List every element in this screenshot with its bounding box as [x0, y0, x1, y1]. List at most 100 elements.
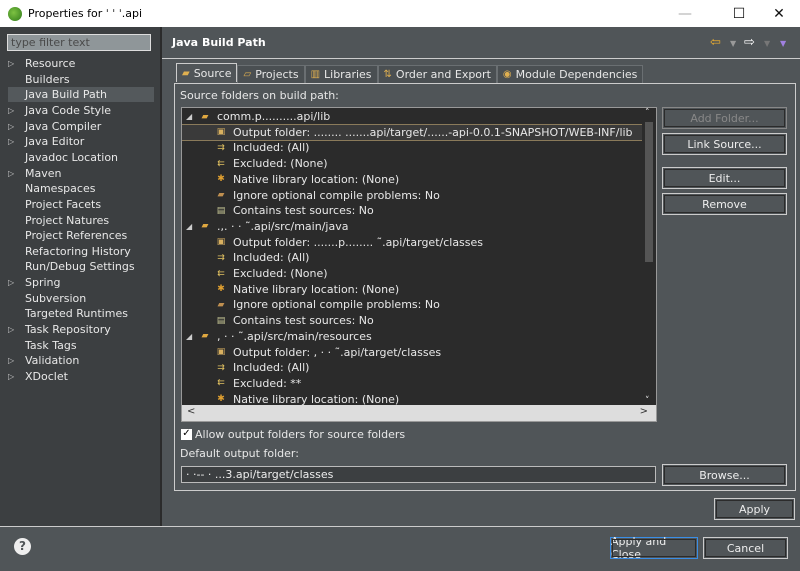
back-arrow-icon[interactable]: ⇦: [710, 35, 721, 50]
tree-item-label: Native library location: (None): [233, 172, 400, 186]
sidebar-item-task-tags[interactable]: Task Tags: [8, 338, 154, 353]
tab-projects[interactable]: ▱ Projects: [237, 65, 305, 83]
divider[interactable]: [160, 27, 162, 526]
tab-module-dependencies[interactable]: ◉ Module Dependencies: [496, 65, 644, 83]
expand-arrow-icon[interactable]: ▷: [8, 137, 25, 146]
collapse-arrow-icon[interactable]: ◢: [186, 222, 198, 231]
sidebar-item-run-debug-settings[interactable]: Run/Debug Settings: [8, 259, 154, 274]
forward-arrow-icon[interactable]: ⇨: [744, 35, 755, 50]
folder-icon: ▰: [201, 221, 209, 232]
scroll-up-icon[interactable]: ˄: [645, 108, 650, 118]
libraries-icon: ▥: [310, 69, 321, 80]
add-folder-button[interactable]: Add Folder...: [662, 107, 787, 129]
tree-source-folder[interactable]: ◢ ▰ , · · ˜.api/src/main/resources: [182, 329, 642, 344]
apply-button[interactable]: Apply: [714, 498, 795, 520]
sidebar-item-builders[interactable]: Builders: [8, 72, 154, 87]
tab-libraries[interactable]: ▥ Libraries: [304, 65, 378, 83]
tree-item-native[interactable]: ✱ Native library location: (None): [182, 282, 642, 297]
sidebar-item-spring[interactable]: ▷ Spring: [8, 275, 154, 290]
back-dropdown-icon[interactable]: ▼: [730, 39, 736, 48]
sidebar-item-resource[interactable]: ▷ Resource: [8, 56, 154, 71]
source-folders-tree[interactable]: ◢ ▰ comm.p..........api/lib ▣ Output folder:…: [181, 107, 657, 422]
sidebar-item-subversion[interactable]: Subversion: [8, 291, 154, 306]
sidebar-item-targeted-runtimes[interactable]: Targeted Runtimes: [8, 306, 154, 321]
test-icon: ▤: [216, 315, 226, 326]
horizontal-scrollbar[interactable]: < >: [182, 405, 656, 421]
forward-dropdown-icon[interactable]: ▼: [764, 39, 770, 48]
sidebar-item-validation[interactable]: ▷ Validation: [8, 353, 154, 368]
allow-output-checkbox[interactable]: ✓: [181, 429, 192, 440]
sidebar-item-project-natures[interactable]: Project Natures: [8, 213, 154, 228]
tab-source[interactable]: ▰ Source: [176, 63, 238, 82]
collapse-arrow-icon[interactable]: ◢: [186, 112, 198, 121]
sidebar-item-project-references[interactable]: Project References: [8, 228, 154, 243]
sidebar-item-label: Run/Debug Settings: [25, 260, 135, 274]
tree-item-ignore[interactable]: ▰ Ignore optional compile problems: No: [182, 188, 642, 203]
sidebar-item-java-build-path[interactable]: Java Build Path: [8, 87, 154, 103]
sidebar-item-project-facets[interactable]: Project Facets: [8, 197, 154, 212]
sidebar-item-task-repository[interactable]: ▷ Task Repository: [8, 322, 154, 337]
tree-item-output[interactable]: ▣ Output folder: .......p........ ˜.api/t…: [182, 235, 642, 250]
source-folder-icon: ▰: [182, 67, 190, 79]
help-icon[interactable]: ?: [14, 538, 31, 555]
scrollbar-thumb[interactable]: [645, 122, 653, 262]
tab-order-and-export[interactable]: ⇅ Order and Export: [377, 65, 497, 83]
sidebar-item-label: Java Editor: [25, 135, 85, 149]
native-icon: ✱: [217, 174, 225, 185]
default-output-field[interactable]: · ·-- · ...3.api/target/classes: [181, 466, 656, 483]
link-source-button[interactable]: Link Source...: [662, 133, 787, 155]
tree-source-folder[interactable]: ◢ ▰ comm.p..........api/lib: [182, 109, 642, 124]
tree-item-test[interactable]: ▤ Contains test sources: No: [182, 313, 642, 328]
menu-icon[interactable]: ▼: [780, 39, 786, 48]
output-icon: ▣: [216, 237, 226, 248]
expand-arrow-icon[interactable]: ▷: [8, 169, 25, 178]
sidebar-item-label: Task Repository: [25, 323, 111, 337]
expand-arrow-icon[interactable]: ▷: [8, 278, 25, 287]
apply-and-close-button[interactable]: Apply and Close: [610, 535, 698, 561]
minimize-button[interactable]: —: [662, 0, 708, 27]
tree-item-label: Ignore optional compile problems: No: [233, 188, 440, 202]
expand-arrow-icon[interactable]: ▷: [8, 356, 25, 365]
tree-item-output[interactable]: ▣ Output folder: , · · ˜.api/target/class…: [182, 345, 642, 360]
close-button[interactable]: ✕: [756, 0, 800, 27]
eclipse-logo-icon: [8, 6, 22, 21]
tree-item-ignore[interactable]: ▰ Ignore optional compile problems: No: [182, 297, 642, 312]
tab-label: Module Dependencies: [515, 68, 638, 81]
sidebar-item-javadoc-location[interactable]: Javadoc Location: [8, 150, 154, 165]
tree-item-label: Included: (All): [233, 141, 310, 155]
expand-arrow-icon[interactable]: ▷: [8, 59, 25, 68]
allow-output-label: Allow output folders for source folders: [195, 428, 406, 441]
filter-input[interactable]: [7, 34, 151, 51]
edit-button[interactable]: Edit...: [662, 167, 787, 189]
expand-arrow-icon[interactable]: ▷: [8, 372, 25, 381]
vertical-scrollbar[interactable]: ˄ ˅: [642, 108, 656, 406]
tree-item-excluded[interactable]: ⇇ Excluded: (None): [182, 266, 642, 281]
browse-button[interactable]: Browse...: [662, 464, 787, 486]
sidebar-item-namespaces[interactable]: Namespaces: [8, 181, 154, 196]
tree-item-native[interactable]: ✱ Native library location: (None): [182, 172, 642, 187]
cancel-button[interactable]: Cancel: [703, 537, 788, 559]
tree-item-included[interactable]: ⇉ Included: (All): [182, 250, 642, 265]
tree-item-excluded[interactable]: ⇇ Excluded: (None): [182, 156, 642, 171]
sidebar-item-refactoring-history[interactable]: Refactoring History: [8, 244, 154, 259]
collapse-arrow-icon[interactable]: ◢: [186, 332, 198, 341]
expand-arrow-icon[interactable]: ▷: [8, 122, 25, 131]
tree-item-output[interactable]: ▣ Output folder: ........ .......api/targ…: [182, 123, 643, 141]
tree-source-folder[interactable]: ◢ ▰ .,. · · ˜.api/src/main/java: [182, 219, 642, 234]
expand-arrow-icon[interactable]: ▷: [8, 325, 25, 334]
tree-item-included[interactable]: ⇉ Included: (All): [182, 360, 642, 375]
sidebar-item-maven[interactable]: ▷ Maven: [8, 166, 154, 181]
expand-arrow-icon[interactable]: ▷: [8, 106, 25, 115]
sidebar-item-java-code-style[interactable]: ▷ Java Code Style: [8, 103, 154, 118]
tree-item-test[interactable]: ▤ Contains test sources: No: [182, 203, 642, 218]
separator: [0, 526, 800, 527]
tree-item-included[interactable]: ⇉ Included: (All): [182, 140, 642, 155]
remove-button[interactable]: Remove: [662, 193, 787, 215]
scroll-right-icon[interactable]: >: [640, 406, 648, 417]
sidebar-item-java-compiler[interactable]: ▷ Java Compiler: [8, 119, 154, 134]
sidebar-item-java-editor[interactable]: ▷ Java Editor: [8, 134, 154, 149]
scroll-left-icon[interactable]: <: [187, 406, 195, 417]
sidebar-item-label: Java Compiler: [25, 119, 102, 133]
sidebar-item-xdoclet[interactable]: ▷ XDoclet: [8, 369, 154, 384]
tree-item-excluded[interactable]: ⇇ Excluded: **: [182, 376, 642, 391]
